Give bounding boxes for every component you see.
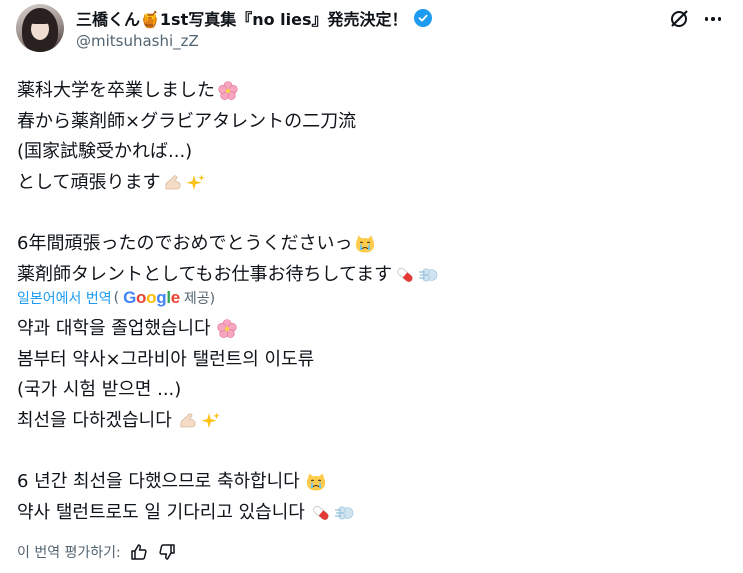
tweet-line: (国家試験受かれば...)	[17, 141, 193, 163]
sparkles-icon	[186, 174, 206, 191]
thumbs-up-icon[interactable]	[129, 542, 149, 562]
pill-icon	[397, 267, 413, 282]
crying-cat-icon	[356, 235, 375, 253]
sparkles-icon	[201, 412, 220, 429]
tweet-line: 薬科大学を卒業しました	[17, 76, 438, 107]
tweet-line: 薬剤師タレントとしてもお仕事お待ちしてます	[17, 260, 438, 291]
flexed-arm-icon	[165, 175, 182, 190]
tweet-line: (국가 시험 받으면 ...)	[17, 379, 182, 401]
tweet-line: 6 년간 최선을 다했으므로 축하합니다	[17, 467, 354, 498]
tweet-line: 春から薬剤師×グラビアタレントの二刀流	[17, 110, 357, 132]
google-logo: Google	[123, 288, 180, 307]
verified-badge-icon	[413, 9, 432, 27]
tweet-header: 三橋くん🍯1st写真集『no lies』発売決定！ @mitsuhashi_zZ	[0, 0, 743, 66]
flexed-arm-icon	[180, 413, 196, 428]
provided-by-label: 제공)	[183, 291, 216, 307]
tweet-line: として頑張ります	[17, 168, 438, 199]
grok-icon[interactable]	[668, 8, 690, 30]
tweet-line: 약사 탤런트로도 일 기다리고 있습니다	[17, 498, 354, 529]
dash-icon	[419, 268, 438, 282]
tweet-line: 최선을 다하겠습니다	[17, 406, 354, 437]
author-name-row[interactable]: 三橋くん🍯1st写真集『no lies』発売決定！	[76, 6, 432, 30]
thumbs-down-icon[interactable]	[157, 542, 177, 562]
cherry-blossom-icon	[217, 319, 237, 339]
more-icon[interactable]	[702, 8, 724, 30]
rate-translation-label: 이 번역 평가하기:	[17, 545, 121, 561]
crying-cat-icon	[306, 473, 325, 491]
tweet-line: 봄부터 약사×그라비아 탤런트의 이도류	[17, 348, 315, 370]
rate-translation: 이 번역 평가하기:	[17, 542, 177, 562]
pill-icon	[313, 505, 329, 520]
cherry-blossom-icon	[218, 81, 238, 101]
dash-icon	[334, 506, 354, 520]
avatar[interactable]	[16, 4, 64, 52]
display-name[interactable]: 三橋くん🍯1st写真集『no lies』発売決定！	[76, 6, 408, 30]
tweet-text-translated: 약과 대학을 졸업했습니다 봄부터 약사×그라비아 탤런트의 이도류 (국가 시…	[17, 314, 354, 528]
show-original-link[interactable]: 일본어에서 번역	[17, 288, 112, 308]
author-handle[interactable]: @mitsuhashi_zZ	[76, 32, 199, 50]
tweet-line: 6年間頑張ったのでおめでとうくださいっ	[17, 229, 438, 260]
translation-attribution: 일본어에서 번역 ( Google 제공)	[17, 288, 216, 308]
tweet-line: 약과 대학을 졸업했습니다	[17, 314, 354, 345]
tweet-text-japanese: 薬科大学を卒業しました 春から薬剤師×グラビアタレントの二刀流 (国家試験受かれ…	[17, 76, 438, 290]
